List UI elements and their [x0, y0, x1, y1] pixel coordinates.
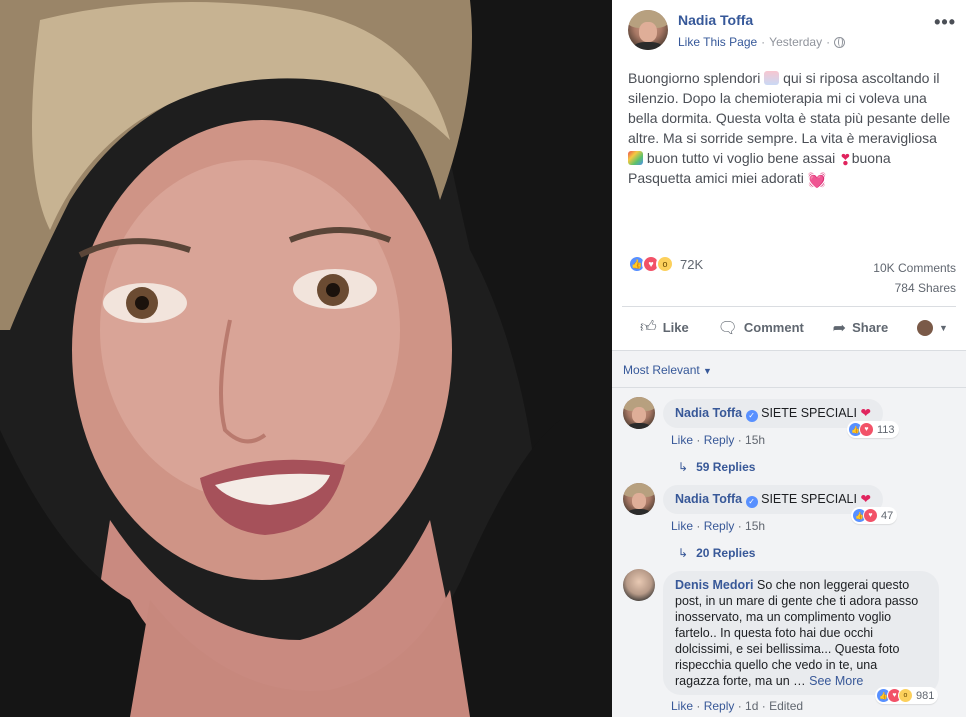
- post-as-selector[interactable]: ▼: [917, 319, 948, 336]
- like-page-link[interactable]: Like This Page: [678, 35, 757, 49]
- view-replies-link[interactable]: ↳ 59 Replies: [678, 460, 755, 474]
- comment-text: dolcissimi, e sei bellissima... Questa f…: [675, 642, 900, 656]
- commenter-avatar[interactable]: [623, 397, 655, 429]
- heart-emoji-icon: ❤: [860, 492, 871, 506]
- comment-text: fartelo.. In questa foto hai due occhi: [675, 626, 874, 640]
- comment-reactions[interactable]: 👍 ♥ 47: [851, 507, 898, 524]
- commenter-avatar[interactable]: [623, 483, 655, 515]
- selfie-illustration: [0, 0, 612, 717]
- comment-item: Denis Medori So che non leggerai questo …: [623, 569, 956, 717]
- reply-arrow-icon: ↳: [678, 460, 689, 474]
- author-name[interactable]: Nadia Toffa: [678, 12, 753, 28]
- comment-text: ragazza forte, ma un …: [675, 674, 806, 688]
- comment-bubble: Nadia Toffa ✓ SIETE SPECIALI ❤: [663, 485, 883, 514]
- wow-reaction-icon: o: [656, 255, 674, 273]
- post-text-line: altre. Ma si sorride sempre. La vita è m…: [628, 130, 937, 146]
- commenter-name[interactable]: Denis Medori: [675, 578, 754, 592]
- comment-time[interactable]: 1d: [745, 699, 758, 713]
- comment-bubble-icon: 🗨︎: [717, 319, 738, 337]
- post-time[interactable]: Yesterday: [769, 35, 822, 49]
- user-avatar-icon: [917, 319, 934, 336]
- heart-emoji-icon: ❤: [860, 406, 871, 420]
- love-reaction-icon: ♥: [859, 422, 874, 437]
- share-button[interactable]: ➦ Share: [833, 318, 889, 338]
- meta-separator: ·: [826, 35, 831, 49]
- verified-badge-icon: ✓: [745, 410, 758, 422]
- verified-badge-icon: ✓: [745, 496, 758, 508]
- globe-icon[interactable]: [834, 36, 846, 48]
- comment-text: rispecchia quello che vedo in te, una: [675, 658, 878, 672]
- post-text-line: bella dormita. Questa volta è stata più …: [628, 110, 951, 126]
- author-avatar[interactable]: [628, 10, 668, 50]
- comment-reply-link[interactable]: Reply: [704, 519, 735, 533]
- comment-reply-link[interactable]: Reply: [704, 699, 735, 713]
- share-arrow-icon: ➦: [832, 319, 847, 337]
- comment-reactions[interactable]: 👍 ♥ 113: [847, 421, 899, 438]
- wow-reaction-icon: o: [898, 688, 913, 703]
- comment-text: inosservato, ma un complimento voglio: [675, 610, 892, 624]
- post-side-panel: Nadia Toffa Like This Page · Yesterday ·…: [612, 0, 966, 717]
- thumbs-up-icon: 👍︎: [640, 319, 657, 336]
- meta-separator: ·: [761, 35, 766, 49]
- post-photo[interactable]: [0, 0, 612, 717]
- post-text-line: silenzio. Dopo la chemioterapia mi ci vo…: [628, 90, 927, 106]
- chevron-down-icon: ▼: [939, 322, 948, 333]
- comment-actions: Like · Reply · 1d · Edited: [671, 699, 804, 713]
- divider: [612, 387, 966, 388]
- comment-text: SIETE SPECIALI: [761, 492, 857, 506]
- comment-reply-link[interactable]: Reply: [704, 433, 735, 447]
- post-text-line: Pasquetta amici miei adorati 💓: [628, 170, 827, 189]
- rainbow-emoji-icon: [628, 151, 643, 165]
- reaction-count[interactable]: 72K: [680, 257, 703, 272]
- heart-emoji-icon: ❣: [839, 152, 852, 169]
- commenter-name[interactable]: Nadia Toffa: [675, 406, 742, 420]
- comment-text: So che non leggerai questo: [756, 578, 910, 592]
- heart-emoji-icon: 💓: [807, 172, 827, 189]
- post-header: Nadia Toffa Like This Page · Yesterday ·…: [628, 10, 956, 54]
- post-text-line: buon tutto vi voglio bene assai ❣buona: [628, 148, 952, 169]
- comment-like-link[interactable]: Like: [671, 519, 693, 533]
- commenter-avatar[interactable]: [623, 569, 655, 601]
- chevron-down-icon: ▼: [703, 366, 712, 376]
- post-actions: 👍︎ Like 🗨︎ Comment ➦ Share ▼: [622, 306, 956, 348]
- comment-actions: Like · Reply · 15h: [671, 433, 766, 447]
- comments-count[interactable]: 10K Comments: [873, 258, 956, 278]
- view-replies-link[interactable]: ↳ 20 Replies: [678, 546, 755, 560]
- comment-bubble: Denis Medori So che non leggerai questo …: [663, 571, 939, 695]
- rainbow-emoji-icon: [764, 71, 780, 85]
- shares-count[interactable]: 784 Shares: [873, 278, 956, 298]
- comment-button[interactable]: 🗨︎ Comment: [718, 318, 804, 338]
- post-text-line: Buongiorno splendori qui si riposa ascol…: [628, 70, 940, 86]
- edited-label[interactable]: Edited: [769, 699, 803, 713]
- post-reactions[interactable]: 👍 ♥ o 72K: [628, 255, 703, 273]
- comment-sort[interactable]: Most Relevant ▼: [623, 363, 712, 377]
- comment-reactions[interactable]: 👍 ♥ o 981: [875, 687, 939, 704]
- comment-actions: Like · Reply · 15h: [671, 519, 766, 533]
- comment-item: Nadia Toffa ✓ SIETE SPECIALI ❤ 👍 ♥ 113 L…: [623, 397, 956, 487]
- comment-like-link[interactable]: Like: [671, 699, 693, 713]
- comment-time[interactable]: 15h: [745, 519, 765, 533]
- comment-text: SIETE SPECIALI: [761, 406, 857, 420]
- comment-item: Nadia Toffa ✓ SIETE SPECIALI ❤ 👍 ♥ 47 Li…: [623, 483, 956, 573]
- more-options-icon[interactable]: •••: [934, 12, 956, 33]
- love-reaction-icon: ♥: [863, 508, 878, 523]
- post-meta: Like This Page · Yesterday ·: [678, 35, 846, 49]
- commenter-name[interactable]: Nadia Toffa: [675, 492, 742, 506]
- comment-time[interactable]: 15h: [745, 433, 765, 447]
- post-text: Buongiorno splendori qui si riposa ascol…: [628, 68, 952, 189]
- comment-like-link[interactable]: Like: [671, 433, 693, 447]
- see-more-link[interactable]: See More: [809, 674, 863, 688]
- comments-section: Most Relevant ▼ Nadia Toffa ✓ SIETE SPEC…: [612, 350, 966, 717]
- post-counts: 10K Comments 784 Shares: [873, 258, 956, 298]
- reply-arrow-icon: ↳: [678, 546, 689, 560]
- comment-text: post, in un mare di gente che ti adora p…: [675, 594, 919, 608]
- like-button[interactable]: 👍︎ Like: [640, 318, 689, 337]
